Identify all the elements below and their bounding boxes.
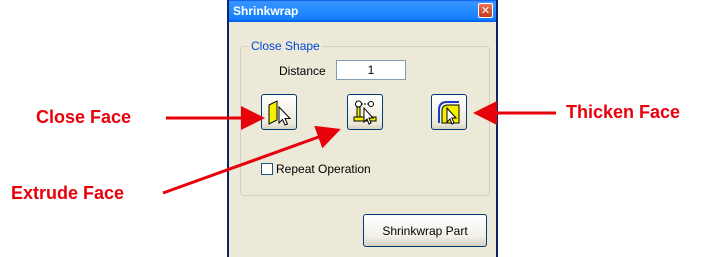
close-face-callout: Close Face [36, 107, 132, 127]
annotation-arrows [162, 101, 556, 195]
thicken-face-callout: Thicken Face [566, 102, 681, 122]
extrude-face-callout: Extrude Face [11, 183, 125, 203]
extrude-face-arrow [162, 125, 341, 195]
